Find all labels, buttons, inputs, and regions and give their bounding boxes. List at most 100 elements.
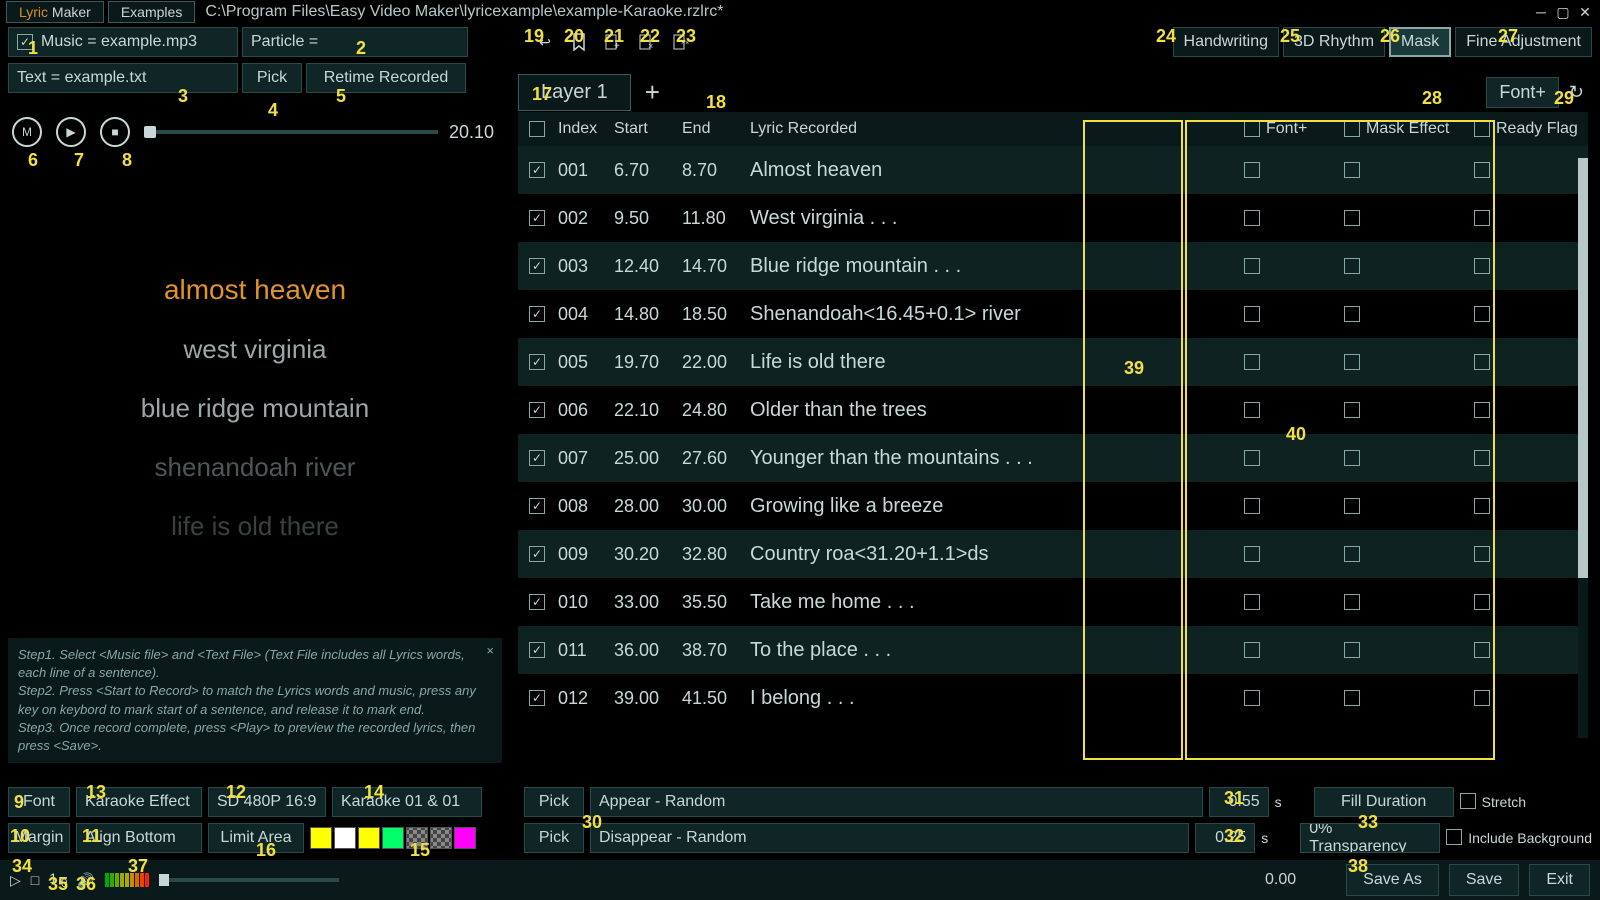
appear-duration-input[interactable]: 0.55	[1209, 787, 1269, 817]
row-mask-checkbox[interactable]	[1344, 450, 1360, 466]
retime-button[interactable]: Retime Recorded	[306, 63, 466, 93]
table-row[interactable]: 0029.5011.80 West virginia . . .	[518, 194, 1588, 242]
save-button[interactable]: Save	[1449, 864, 1519, 896]
karaoke-preset-select[interactable]: Karaoke 01 & 01	[332, 787, 482, 817]
table-row[interactable]: 01239.0041.50 I belong . . .	[518, 674, 1588, 722]
row-fontplus-checkbox[interactable]	[1244, 210, 1260, 226]
resolution-select[interactable]: SD 480P 16:9	[208, 787, 326, 817]
row-ready-checkbox[interactable]	[1474, 210, 1490, 226]
row-fontplus-checkbox[interactable]	[1244, 354, 1260, 370]
minimize-icon[interactable]: ─	[1532, 5, 1550, 19]
row-mask-checkbox[interactable]	[1344, 546, 1360, 562]
speaker-icon[interactable]: 🔊	[77, 872, 94, 889]
table-row[interactable]: 00312.4014.70 Blue ridge mountain . . .	[518, 242, 1588, 290]
close-icon[interactable]: ✕	[1576, 5, 1594, 19]
close-help-icon[interactable]: ×	[486, 642, 494, 660]
delete-item-icon[interactable]: ×	[632, 27, 662, 57]
row-ready-checkbox[interactable]	[1474, 258, 1490, 274]
row-mask-checkbox[interactable]	[1344, 210, 1360, 226]
row-mask-checkbox[interactable]	[1344, 258, 1360, 274]
fill-duration-button[interactable]: Fill Duration	[1314, 787, 1454, 817]
row-ready-checkbox[interactable]	[1474, 546, 1490, 562]
play-footer-icon[interactable]: ▷	[10, 872, 21, 889]
bookmark-icon[interactable]	[564, 27, 594, 57]
tab-lyric-maker[interactable]: Lyric Maker	[6, 1, 104, 23]
appear-effect-field[interactable]: Appear - Random	[590, 787, 1203, 817]
maximize-icon[interactable]: ▢	[1554, 5, 1572, 19]
disappear-duration-input[interactable]: 0.25	[1195, 823, 1255, 853]
row-checkbox[interactable]	[529, 642, 545, 658]
color-swatch[interactable]	[430, 827, 452, 849]
text-file-field[interactable]: Text = example.txt	[8, 63, 238, 93]
handwriting-button[interactable]: Handwriting	[1173, 27, 1279, 57]
color-swatch[interactable]	[382, 827, 404, 849]
row-mask-checkbox[interactable]	[1344, 402, 1360, 418]
row-fontplus-checkbox[interactable]	[1244, 306, 1260, 322]
row-mask-checkbox[interactable]	[1344, 594, 1360, 610]
row-fontplus-checkbox[interactable]	[1244, 402, 1260, 418]
row-ready-checkbox[interactable]	[1474, 642, 1490, 658]
row-ready-checkbox[interactable]	[1474, 402, 1490, 418]
row-fontplus-checkbox[interactable]	[1244, 690, 1260, 706]
mask-header-checkbox[interactable]	[1344, 121, 1360, 137]
row-ready-checkbox[interactable]	[1474, 306, 1490, 322]
row-mask-checkbox[interactable]	[1344, 642, 1360, 658]
row-checkbox[interactable]	[529, 498, 545, 514]
row-ready-checkbox[interactable]	[1474, 450, 1490, 466]
redo-icon[interactable]: ↻	[1565, 78, 1588, 107]
row-checkbox[interactable]	[529, 210, 545, 226]
limit-area-button[interactable]: Limit Area	[208, 823, 304, 853]
row-fontplus-checkbox[interactable]	[1244, 498, 1260, 514]
row-checkbox[interactable]	[529, 258, 545, 274]
karaoke-effect-select[interactable]: Karaoke Effect	[76, 787, 202, 817]
select-all-checkbox[interactable]	[529, 121, 545, 137]
include-bg-checkbox[interactable]	[1446, 829, 1462, 845]
tab-examples[interactable]: Examples	[108, 1, 195, 23]
row-fontplus-checkbox[interactable]	[1244, 162, 1260, 178]
pick-text-button[interactable]: Pick	[242, 63, 302, 93]
table-row[interactable]: 00519.7022.00 Life is old there	[518, 338, 1588, 386]
back-arrow-icon[interactable]: ↩	[530, 27, 560, 57]
fine-adjustment-button[interactable]: Fine Adjustment	[1455, 27, 1592, 57]
music-file-field[interactable]: Music = example.mp3	[8, 27, 238, 57]
table-row[interactable]: 01136.0038.70 To the place . . .	[518, 626, 1588, 674]
row-checkbox[interactable]	[529, 450, 545, 466]
row-ready-checkbox[interactable]	[1474, 354, 1490, 370]
fontplus-button[interactable]: Font+	[1486, 77, 1559, 108]
row-mask-checkbox[interactable]	[1344, 354, 1360, 370]
pick-appear-button[interactable]: Pick	[524, 787, 584, 817]
row-fontplus-checkbox[interactable]	[1244, 594, 1260, 610]
mask-button[interactable]: Mask	[1389, 27, 1451, 57]
3d-rhythm-button[interactable]: 3D Rhythm	[1283, 27, 1385, 57]
volume-slider[interactable]	[159, 878, 339, 882]
particle-field[interactable]: Particle =	[242, 27, 468, 57]
color-swatch[interactable]	[310, 827, 332, 849]
exit-button[interactable]: Exit	[1529, 864, 1590, 896]
row-fontplus-checkbox[interactable]	[1244, 450, 1260, 466]
row-checkbox[interactable]	[529, 690, 545, 706]
table-scrollbar[interactable]	[1578, 158, 1588, 738]
row-ready-checkbox[interactable]	[1474, 594, 1490, 610]
row-ready-checkbox[interactable]	[1474, 162, 1490, 178]
row-checkbox[interactable]	[529, 306, 545, 322]
color-swatch[interactable]	[454, 827, 476, 849]
stretch-checkbox[interactable]	[1460, 793, 1476, 809]
add-layer-icon[interactable]: +	[637, 77, 668, 108]
row-fontplus-checkbox[interactable]	[1244, 258, 1260, 274]
font-button[interactable]: Font	[8, 787, 70, 817]
row-checkbox[interactable]	[529, 354, 545, 370]
table-row[interactable]: 00414.8018.50 Shenandoah<16.45+0.1> rive…	[518, 290, 1588, 338]
row-ready-checkbox[interactable]	[1474, 498, 1490, 514]
row-ready-checkbox[interactable]	[1474, 690, 1490, 706]
row-checkbox[interactable]	[529, 402, 545, 418]
align-select[interactable]: Align Bottom	[76, 823, 202, 853]
stop-footer-icon[interactable]: □	[31, 872, 39, 888]
row-mask-checkbox[interactable]	[1344, 162, 1360, 178]
row-mask-checkbox[interactable]	[1344, 306, 1360, 322]
row-checkbox[interactable]	[529, 546, 545, 562]
color-swatch[interactable]	[358, 827, 380, 849]
pick-disappear-button[interactable]: Pick	[524, 823, 584, 853]
add-list-icon[interactable]: +	[598, 27, 628, 57]
table-row[interactable]: 00930.2032.80 Country roa<31.20+1.1>ds	[518, 530, 1588, 578]
table-row[interactable]: 00622.1024.80 Older than the trees	[518, 386, 1588, 434]
